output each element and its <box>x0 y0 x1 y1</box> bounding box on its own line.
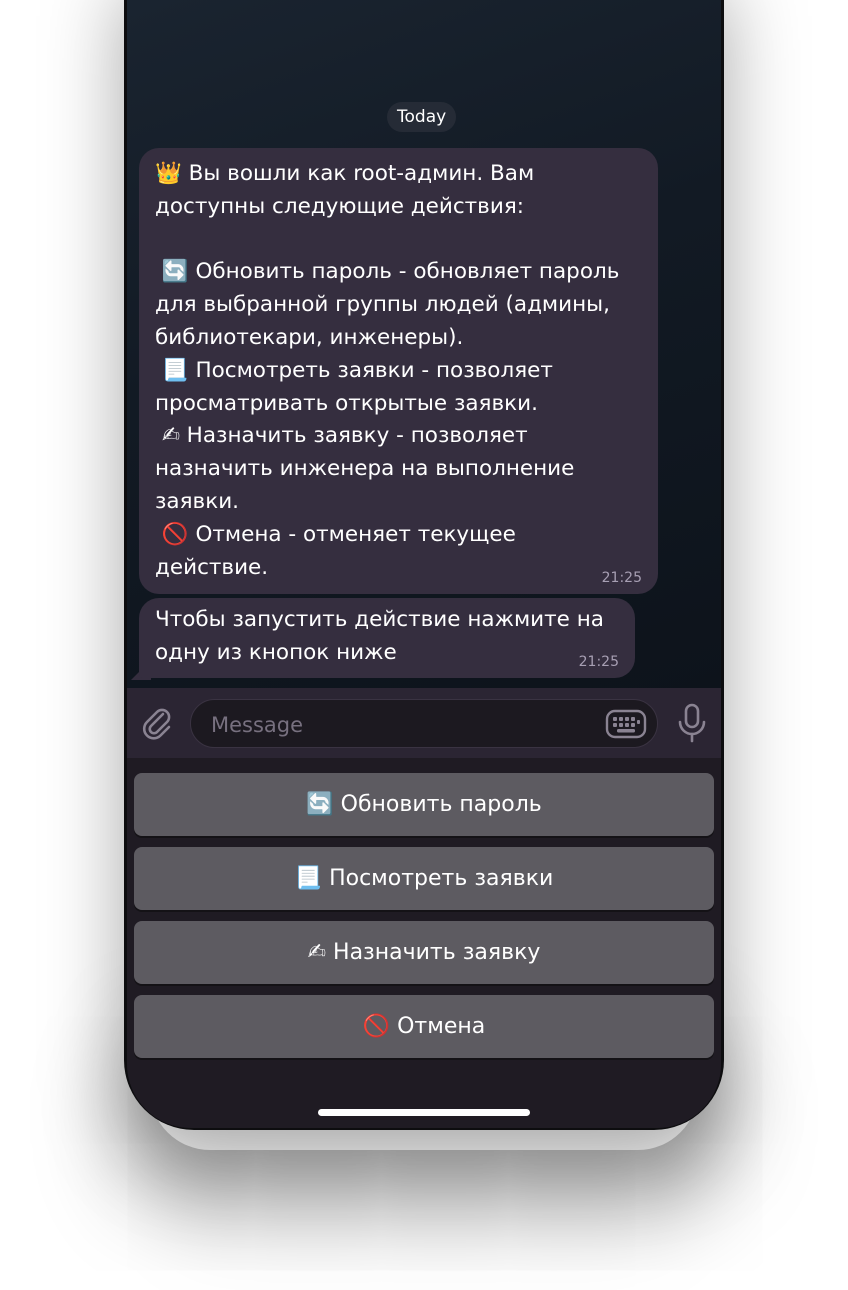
message-line: для выбранной группы людей (админы, <box>155 292 610 318</box>
date-separator: Today <box>387 102 457 132</box>
message-line: 👑 Вы вошли как root-админ. Вам <box>155 161 535 186</box>
view-requests-button[interactable]: 📃 Посмотреть заявки <box>134 847 714 910</box>
message-line: заявки. <box>155 488 240 514</box>
message-input[interactable] <box>209 700 603 749</box>
microphone-icon[interactable] <box>675 702 709 744</box>
message-line: действие. <box>155 554 269 580</box>
keyboard-icon[interactable] <box>605 709 647 739</box>
message-line: Чтобы запустить действие нажмите на <box>155 607 604 632</box>
reply-keyboard: 🔄 Обновить пароль 📃 Посмотреть заявки ✍ … <box>127 758 721 1128</box>
message-line: назначить инженера на выполнение <box>155 456 575 482</box>
message-line: ✍ Назначить заявку - позволяет <box>155 423 528 449</box>
assign-request-button[interactable]: ✍ Назначить заявку <box>134 921 714 984</box>
message-line: 🚫 Отмена - отменяет текущее <box>155 521 516 547</box>
message-composer <box>127 688 721 758</box>
message-line: 🔄 Обновить пароль - обновляет пароль <box>155 259 620 285</box>
message-input-container[interactable] <box>190 699 658 749</box>
message-line: 📃 Посмотреть заявки - позволяет <box>155 357 553 383</box>
message-line: просматривать открытые заявки. <box>155 390 538 416</box>
message-timestamp: 21:25 <box>578 654 619 670</box>
incoming-message-hint[interactable]: Чтобы запустить действие нажмите на одну… <box>139 598 635 678</box>
chat-message-list[interactable]: Today 👑 Вы вошли как root-админ. Вам дос… <box>127 0 721 688</box>
cancel-button[interactable]: 🚫 Отмена <box>134 995 714 1058</box>
message-line: доступны следующие действия: <box>155 193 525 219</box>
message-line <box>155 224 642 257</box>
incoming-message-actions[interactable]: 👑 Вы вошли как root-админ. Вам доступны … <box>139 148 658 594</box>
message-line: одну из кнопок ниже <box>155 639 397 665</box>
home-indicator[interactable] <box>318 1109 530 1116</box>
paperclip-icon[interactable] <box>139 705 175 741</box>
message-line: библиотекари, инженеры). <box>155 324 464 350</box>
message-timestamp: 21:25 <box>601 570 642 586</box>
update-password-button[interactable]: 🔄 Обновить пароль <box>134 773 714 836</box>
telegram-chat-screen: Today 👑 Вы вошли как root-админ. Вам дос… <box>127 0 721 1128</box>
